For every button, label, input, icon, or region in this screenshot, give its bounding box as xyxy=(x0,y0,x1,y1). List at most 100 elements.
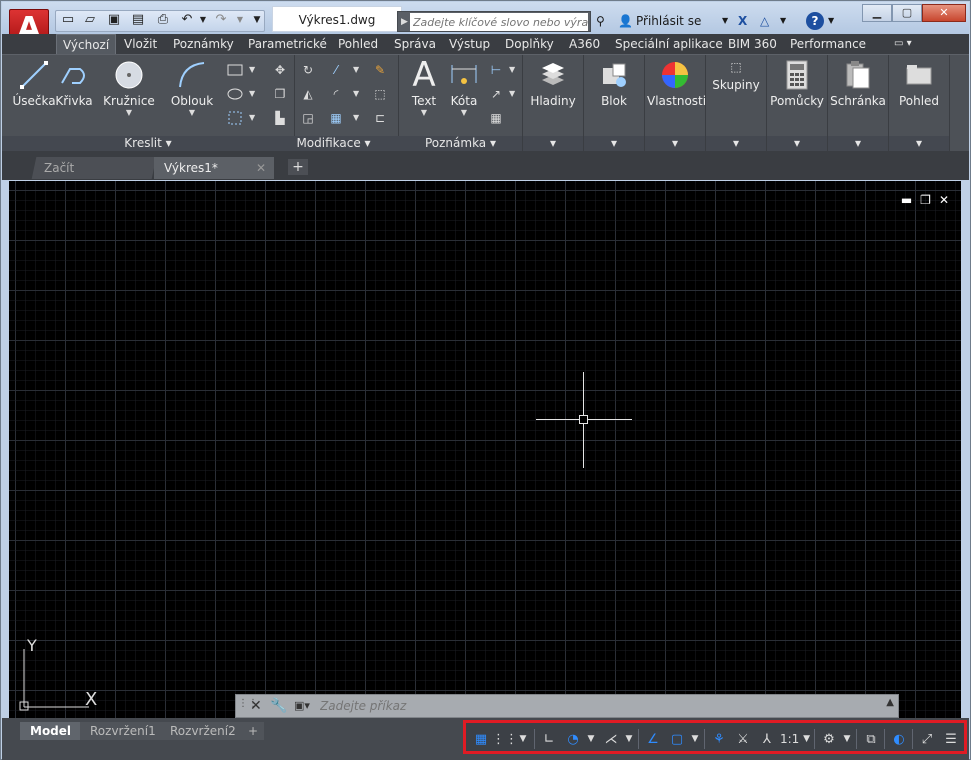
arc-tool[interactable]: Oblouk ▼ xyxy=(164,57,220,117)
linear-dimension-icon[interactable]: ⊢ xyxy=(487,61,505,79)
leader-dropdown-icon[interactable]: ▼ xyxy=(509,89,515,98)
snap-mode-icon[interactable]: ⋮⋮ xyxy=(492,728,518,750)
tab-output[interactable]: Výstup xyxy=(443,34,496,54)
undo-icon[interactable]: ↶ xyxy=(179,13,195,27)
command-line-grip-icon[interactable]: ⋮⋮ xyxy=(238,698,258,714)
ribbon-display-toggle-icon[interactable]: ▭ ▾ xyxy=(888,34,918,54)
workspace-dropdown-icon[interactable]: ▼ xyxy=(840,728,854,750)
groups-tool[interactable]: ⬚ Skupiny xyxy=(708,57,764,93)
tab-insert[interactable]: Vložit xyxy=(118,34,163,54)
block-tool[interactable]: Blok xyxy=(586,57,642,109)
hatch-dropdown-icon[interactable]: ▼ xyxy=(249,89,255,98)
tab-annotate[interactable]: Poznámky xyxy=(167,34,240,54)
tab-view[interactable]: Pohled xyxy=(332,34,384,54)
hardware-acceleration-icon[interactable]: ◐ xyxy=(888,728,910,750)
rectangle-dropdown-icon[interactable]: ▼ xyxy=(249,65,255,74)
exchange-apps-icon[interactable]: X xyxy=(738,12,747,30)
tab-manage[interactable]: Správa xyxy=(388,34,442,54)
command-input[interactable] xyxy=(320,697,880,715)
move-icon[interactable]: ✥ xyxy=(271,61,289,79)
command-history-icon[interactable]: ▲ xyxy=(886,697,894,708)
sign-in-button[interactable]: Přihlásit se xyxy=(636,12,701,30)
customize-qat-icon[interactable]: ▼ xyxy=(249,13,265,27)
view-panel-expand-icon[interactable]: ▾ xyxy=(889,136,949,151)
properties-tool[interactable]: Vlastnosti xyxy=(647,57,706,109)
table-icon[interactable]: ▦ xyxy=(487,109,505,127)
trim-icon[interactable]: ⁄ xyxy=(327,61,345,79)
new-layout-button[interactable]: + xyxy=(242,722,265,740)
tab-featured-apps[interactable]: Speciální aplikace xyxy=(609,34,729,54)
viewport-close-icon[interactable]: ✕ xyxy=(939,193,949,207)
dimension-dropdown-icon[interactable]: ▼ xyxy=(439,109,489,117)
tab-model[interactable]: Model xyxy=(20,722,82,740)
trim-dropdown-icon[interactable]: ▼ xyxy=(353,65,359,74)
maximize-button[interactable]: ▢ xyxy=(892,4,922,22)
tab-layout2[interactable]: Rozvržení2 xyxy=(160,722,246,740)
rotate-icon[interactable]: ↻ xyxy=(299,61,317,79)
clipboard-panel-expand-icon[interactable]: ▾ xyxy=(828,136,888,151)
viewport-restore-icon[interactable]: ❐ xyxy=(920,193,931,207)
tab-drawing1[interactable]: Výkres1* ✕ xyxy=(154,157,274,179)
save-as-icon[interactable]: ▤ xyxy=(130,13,146,27)
help-icon[interactable]: ? xyxy=(806,12,824,30)
command-prompt-icon[interactable]: ▣▾ xyxy=(294,695,310,717)
open-file-icon[interactable]: ▱ xyxy=(82,13,98,27)
circle-tool[interactable]: Kružnice ▼ xyxy=(98,57,160,117)
a360-dropdown-icon[interactable]: ▼ xyxy=(780,12,786,30)
clipboard-tool[interactable]: Schránka xyxy=(830,57,886,109)
auto-scale-icon[interactable]: ⚔ xyxy=(732,728,754,750)
erase-icon[interactable]: ✎ xyxy=(371,61,389,79)
search-expand-icon[interactable]: ▶ xyxy=(401,12,408,32)
binoculars-icon[interactable]: ⚲ xyxy=(596,12,605,30)
scale-selector[interactable]: 1:1 ▼ xyxy=(780,728,810,750)
customization-menu-icon[interactable]: ☰ xyxy=(940,728,962,750)
utilities-panel-expand-icon[interactable]: ▾ xyxy=(767,136,827,151)
scale-dropdown-icon[interactable]: ▼ xyxy=(803,734,810,744)
close-tab-icon[interactable]: ✕ xyxy=(256,157,266,179)
copy-icon[interactable]: ❐ xyxy=(271,85,289,103)
annotation-panel-footer[interactable]: Poznámka ▾ xyxy=(399,136,522,151)
clean-screen-icon[interactable]: ⤢ xyxy=(916,728,938,750)
circle-dropdown-icon[interactable]: ▼ xyxy=(98,109,160,117)
modify-panel-footer[interactable]: Modifikace ▾ xyxy=(268,136,399,151)
tab-performance[interactable]: Performance xyxy=(784,34,872,54)
layers-tool[interactable]: Hladiny xyxy=(525,57,581,109)
close-button[interactable]: ✕ xyxy=(922,4,966,22)
object-snap-tracking-icon[interactable]: ∠ xyxy=(642,728,664,750)
fillet-icon[interactable]: ◜ xyxy=(327,85,345,103)
linear-dimension-dropdown-icon[interactable]: ▼ xyxy=(509,65,515,74)
layers-panel-expand-icon[interactable]: ▾ xyxy=(523,136,583,151)
isometric-dropdown-icon[interactable]: ▼ xyxy=(622,728,636,750)
viewport-minimize-icon[interactable]: ▬ xyxy=(901,193,912,207)
undo-dropdown-icon[interactable]: ▼ xyxy=(195,13,211,27)
tab-parametric[interactable]: Parametrické xyxy=(242,34,333,54)
leader-icon[interactable]: ↗ xyxy=(487,85,505,103)
mirror-icon[interactable]: ◭ xyxy=(299,85,317,103)
workspace-gear-icon[interactable]: ⚙ xyxy=(818,728,840,750)
search-box[interactable]: ▶ xyxy=(397,11,591,32)
boundary-dropdown-icon[interactable]: ▼ xyxy=(249,113,255,122)
minimize-button[interactable]: ▁ xyxy=(862,4,892,22)
command-customize-icon[interactable]: 🔧 xyxy=(270,695,287,717)
new-tab-button[interactable]: + xyxy=(288,159,308,175)
fillet-dropdown-icon[interactable]: ▼ xyxy=(353,89,359,98)
arc-dropdown-icon[interactable]: ▼ xyxy=(164,109,220,117)
command-close-icon[interactable]: ✕ xyxy=(250,695,262,717)
help-dropdown-icon[interactable]: ▼ xyxy=(828,12,834,30)
snap-dropdown-icon[interactable]: ▼ xyxy=(516,728,530,750)
search-input[interactable] xyxy=(410,13,588,31)
explode-icon[interactable]: ⬚ xyxy=(371,85,389,103)
groups-panel-expand-icon[interactable]: ▾ xyxy=(706,136,766,151)
isometric-icon[interactable]: ⋌ xyxy=(600,728,622,750)
utilities-tool[interactable]: Pomůcky xyxy=(769,57,825,109)
sign-in-dropdown-icon[interactable]: ▼ xyxy=(722,12,728,30)
tab-layout1[interactable]: Rozvržení1 xyxy=(80,722,166,740)
drawing-area[interactable]: ▬ ❐ ✕ Y X ⋮⋮ ✕ 🔧 ▣▾ ▲ xyxy=(9,181,961,718)
object-snap-dropdown-icon[interactable]: ▼ xyxy=(688,728,702,750)
tab-start[interactable]: Začít xyxy=(31,157,157,179)
annotation-scale-icon[interactable]: ⅄ xyxy=(756,728,778,750)
polar-dropdown-icon[interactable]: ▼ xyxy=(584,728,598,750)
ortho-mode-icon[interactable]: ∟ xyxy=(538,728,560,750)
redo-dropdown-icon[interactable]: ▼ xyxy=(232,13,248,27)
array-icon[interactable]: ▦ xyxy=(327,109,345,127)
